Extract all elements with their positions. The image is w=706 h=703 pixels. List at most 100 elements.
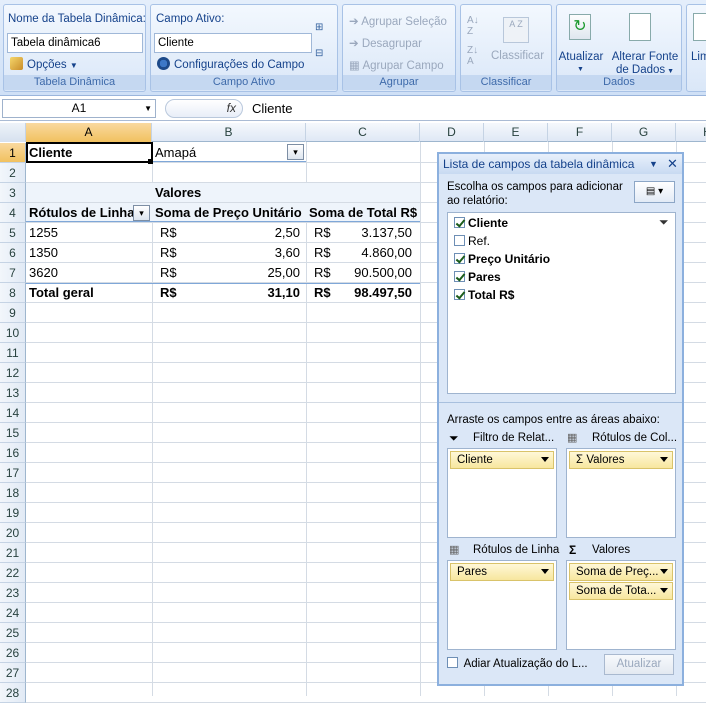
select-all-corner[interactable]	[0, 123, 26, 142]
row-header-14[interactable]: 14	[0, 403, 26, 423]
cell-a1[interactable]: Cliente	[29, 143, 72, 163]
defer-update-checkbox[interactable]: Adiar Atualização do L...	[447, 655, 588, 673]
pivot-name-input[interactable]: Tabela dinâmica6	[7, 33, 143, 53]
cell-b7[interactable]: 25,00	[200, 263, 300, 283]
report-filter-zone[interactable]: Cliente	[447, 448, 557, 538]
clear-button[interactable]: Lim	[691, 51, 706, 63]
row-header-28[interactable]: 28	[0, 683, 26, 703]
column-header-c[interactable]: C	[306, 123, 420, 142]
row-header-9[interactable]: 9	[0, 303, 26, 323]
values-zone[interactable]: Soma de Preç... Soma de Tota...	[566, 560, 676, 650]
row-header-13[interactable]: 13	[0, 383, 26, 403]
row-header-17[interactable]: 17	[0, 463, 26, 483]
name-box[interactable]: A1 ▼	[2, 99, 156, 118]
update-button[interactable]: Atualizar	[604, 654, 674, 675]
column-header-f[interactable]: F	[548, 123, 612, 142]
row-header-3[interactable]: 3	[0, 183, 26, 203]
field-item-total[interactable]: Total R$	[454, 286, 514, 304]
checkbox-unchecked[interactable]	[454, 235, 465, 246]
row-header-19[interactable]: 19	[0, 503, 26, 523]
row-header-22[interactable]: 22	[0, 563, 26, 583]
field-item-ref[interactable]: Ref.	[454, 232, 490, 250]
cell-a5[interactable]: 1255	[29, 223, 58, 243]
value-pill-preco[interactable]: Soma de Preç...	[569, 563, 673, 581]
chevron-down-icon[interactable]	[541, 569, 549, 574]
cell-c7[interactable]: 90.500,00	[330, 263, 412, 283]
row-header-24[interactable]: 24	[0, 603, 26, 623]
cell-b4[interactable]: Soma de Preço Unitário	[155, 203, 302, 223]
row-pill-pares[interactable]: Pares	[450, 563, 554, 581]
row-header-2[interactable]: 2	[0, 163, 26, 183]
row-header-20[interactable]: 20	[0, 523, 26, 543]
chevron-down-icon[interactable]	[660, 588, 668, 593]
cell-a6[interactable]: 1350	[29, 243, 58, 263]
formula-input[interactable]: Cliente	[252, 99, 292, 118]
cell-a4[interactable]: Rótulos de Linha	[29, 203, 134, 223]
expand-field-icon[interactable]: ⊞	[315, 22, 331, 36]
checkbox-unchecked[interactable]	[447, 657, 458, 668]
cell-b8[interactable]: 31,10	[200, 283, 300, 303]
filter-pill-cliente[interactable]: Cliente	[450, 451, 554, 469]
column-labels-zone[interactable]: Σ Valores	[566, 448, 676, 538]
row-header-26[interactable]: 26	[0, 643, 26, 663]
field-item-pares[interactable]: Pares	[454, 268, 501, 286]
panel-menu-icon[interactable]: ▼	[649, 154, 658, 174]
chevron-down-icon[interactable]: ▼	[144, 100, 152, 117]
row-header-11[interactable]: 11	[0, 343, 26, 363]
cell-a8[interactable]: Total geral	[29, 283, 94, 303]
sort-button[interactable]: Classificar	[491, 50, 544, 62]
options-button[interactable]: Opções ▼	[10, 57, 78, 71]
refresh-button[interactable]: Atualizar	[557, 51, 605, 63]
row-header-5[interactable]: 5	[0, 223, 26, 243]
cell-a7[interactable]: 3620	[29, 263, 58, 283]
checkbox-checked[interactable]	[454, 289, 465, 300]
row-header-8[interactable]: 8	[0, 283, 26, 303]
field-item-preco-unitario[interactable]: Preço Unitário	[454, 250, 550, 268]
layout-options-icon[interactable]: ▤ ▾	[634, 181, 675, 203]
row-labels-zone[interactable]: Pares	[447, 560, 557, 650]
row-header-15[interactable]: 15	[0, 423, 26, 443]
fill-handle[interactable]	[148, 159, 153, 164]
row-header-21[interactable]: 21	[0, 543, 26, 563]
cell-c5[interactable]: 3.137,50	[330, 223, 412, 243]
column-header-b[interactable]: B	[152, 123, 306, 142]
chevron-down-icon[interactable]	[541, 457, 549, 462]
splitter[interactable]	[439, 402, 682, 406]
filter-dropdown-icon[interactable]: ▾	[287, 144, 304, 160]
row-header-1[interactable]: 1	[0, 143, 26, 163]
chevron-down-icon[interactable]	[660, 457, 668, 462]
cell-b5[interactable]: 2,50	[200, 223, 300, 243]
column-header-a[interactable]: A	[26, 123, 152, 142]
column-header-d[interactable]: D	[420, 123, 484, 142]
group-selection-button[interactable]: ➔ Agrupar Seleção	[349, 14, 447, 28]
column-pill-valores[interactable]: Σ Valores	[569, 451, 673, 469]
cell-b1[interactable]: Amapá	[155, 143, 196, 163]
row-labels-dropdown-icon[interactable]: ▾	[133, 205, 150, 221]
panel-title-bar[interactable]: Lista de campos da tabela dinâmica ▼ ✕	[439, 154, 682, 174]
checkbox-checked[interactable]	[454, 271, 465, 282]
row-header-10[interactable]: 10	[0, 323, 26, 343]
group-field-button[interactable]: ▦ Agrupar Campo	[349, 58, 444, 72]
cell-b3[interactable]: Valores	[155, 183, 201, 203]
row-header-7[interactable]: 7	[0, 263, 26, 283]
row-header-16[interactable]: 16	[0, 443, 26, 463]
checkbox-checked[interactable]	[454, 253, 465, 264]
field-item-cliente[interactable]: Cliente	[454, 214, 508, 232]
cell-b6[interactable]: 3,60	[200, 243, 300, 263]
cell-c6[interactable]: 4.860,00	[330, 243, 412, 263]
insert-function-button[interactable]: fx	[165, 99, 243, 118]
row-header-23[interactable]: 23	[0, 583, 26, 603]
value-pill-total[interactable]: Soma de Tota...	[569, 582, 673, 600]
row-header-6[interactable]: 6	[0, 243, 26, 263]
change-source-button[interactable]: Alterar Fonte de Dados ▼	[607, 51, 683, 78]
active-field-input[interactable]: Cliente	[154, 33, 312, 53]
close-icon[interactable]: ✕	[667, 154, 678, 174]
row-header-4[interactable]: 4	[0, 203, 26, 223]
collapse-field-icon[interactable]: ⊟	[315, 48, 331, 62]
row-header-12[interactable]: 12	[0, 363, 26, 383]
cell-c4[interactable]: Soma de Total R$	[309, 203, 417, 223]
row-header-18[interactable]: 18	[0, 483, 26, 503]
row-header-27[interactable]: 27	[0, 663, 26, 683]
column-header-g[interactable]: G	[612, 123, 676, 142]
column-header-h[interactable]: H	[676, 123, 706, 142]
